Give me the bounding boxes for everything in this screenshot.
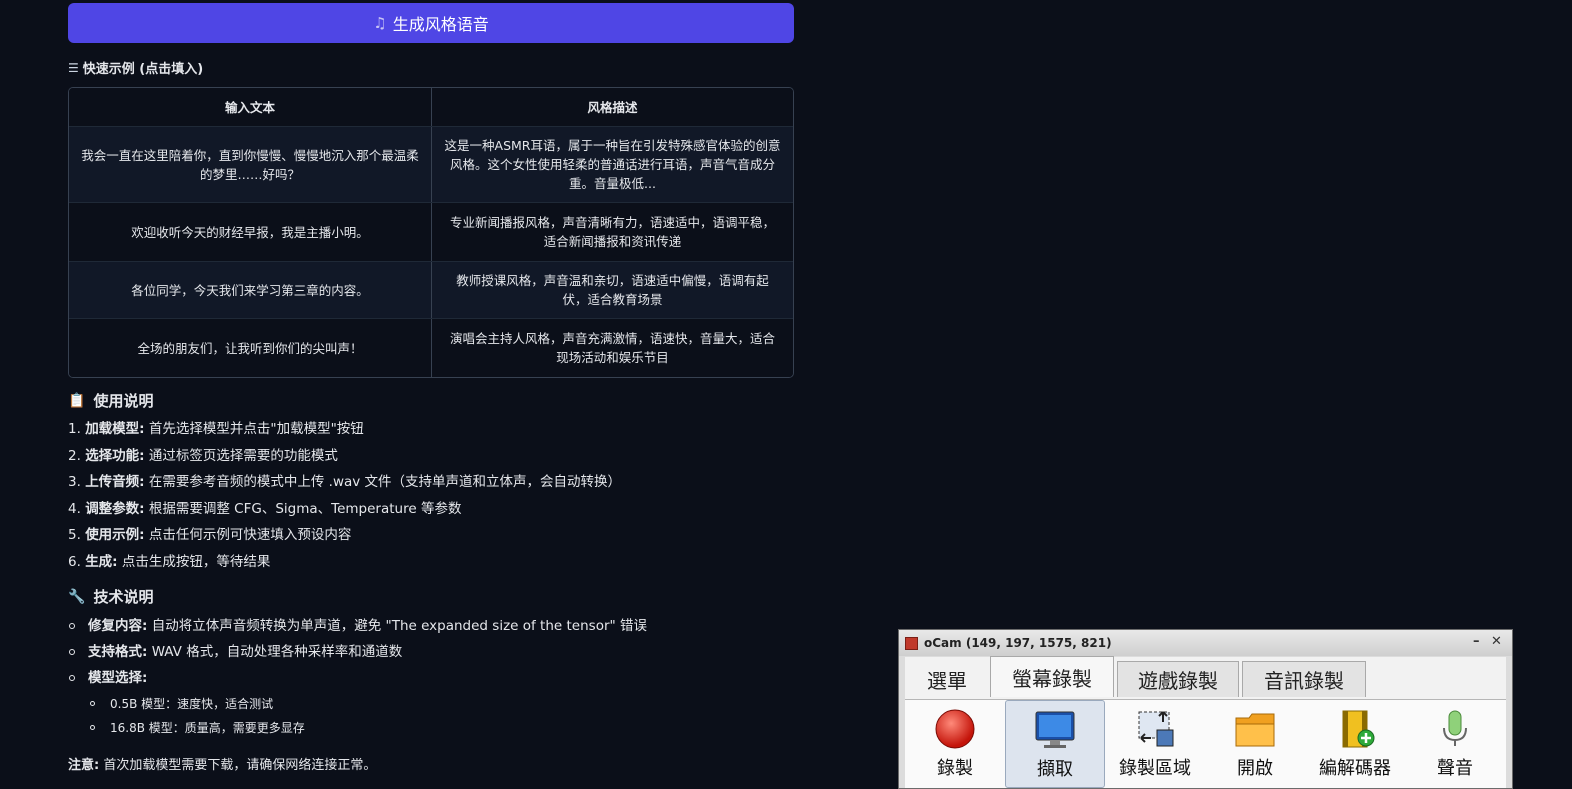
table-header: 输入文本 风格描述 bbox=[69, 88, 793, 126]
ocam-app-icon bbox=[905, 636, 918, 650]
list-item: 6. 生成: 点击生成按钮，等待结果 bbox=[68, 553, 271, 570]
record-icon bbox=[935, 709, 975, 749]
wrench-icon: 🔧 bbox=[68, 588, 86, 605]
monitor-icon bbox=[1035, 711, 1075, 748]
example-style-cell[interactable]: 这是一种ASMR耳语，属于一种旨在引发特殊感官体验的创意风格。这个女性使用轻柔的… bbox=[431, 127, 793, 202]
sound-button[interactable]: 聲音 bbox=[1405, 700, 1505, 788]
list-item: 4. 调整参数: 根据需要调整 CFG、Sigma、Temperature 等参… bbox=[68, 500, 462, 517]
header-input-text: 输入文本 bbox=[224, 99, 275, 115]
tab-audio-record[interactable]: 音訊錄製 bbox=[1242, 661, 1366, 697]
capture-button[interactable]: 擷取 bbox=[1005, 700, 1105, 788]
table-row[interactable]: 我会一直在这里陪着你，直到你慢慢、慢慢地沉入那个最温柔的梦里……好吗？ 这是一种… bbox=[69, 126, 793, 202]
open-label: 開啟 bbox=[1237, 758, 1273, 779]
table-row[interactable]: 各位同学，今天我们来学习第三章的内容。 教师授课风格，声音温和亲切，语速适中偏慢… bbox=[69, 261, 793, 318]
ocam-toolbar: 錄製 擷取 錄製區域 開啟 編解碼器 聲音 bbox=[905, 699, 1506, 788]
list-item: 修复内容: 自动将立体声音频转换为单声道，避免 "The expanded si… bbox=[68, 616, 647, 642]
usage-steps: 1. 加载模型: 首先选择模型并点击"加载模型"按钮 2. 选择功能: 通过标签… bbox=[68, 418, 621, 577]
capture-label: 擷取 bbox=[1037, 759, 1073, 780]
table-row[interactable]: 欢迎收听今天的财经早报，我是主播小明。 专业新闻播报风格，声音清晰有力，语速适中… bbox=[69, 202, 793, 261]
list-icon: ☰ bbox=[68, 60, 79, 75]
list-item: 支持格式: WAV 格式，自动处理各种采样率和通道数 bbox=[68, 642, 647, 668]
example-input-cell[interactable]: 各位同学，今天我们来学习第三章的内容。 bbox=[69, 262, 431, 318]
ocam-titlebar[interactable]: oCam (149, 197, 1575, 821) – ✕ bbox=[899, 630, 1512, 656]
minimize-icon[interactable]: – bbox=[1473, 634, 1480, 649]
folder-icon bbox=[1235, 713, 1275, 747]
example-input-cell[interactable]: 欢迎收听今天的财经早报，我是主播小明。 bbox=[69, 203, 431, 261]
list-item: 2. 选择功能: 通过标签页选择需要的功能模式 bbox=[68, 447, 338, 464]
music-note-icon: ♫ bbox=[373, 14, 387, 32]
tech-title: 技术说明 bbox=[93, 588, 154, 606]
record-button[interactable]: 錄製 bbox=[905, 700, 1005, 788]
example-input-cell[interactable]: 我会一直在这里陪着你，直到你慢慢、慢慢地沉入那个最温柔的梦里……好吗？ bbox=[69, 127, 431, 202]
close-icon[interactable]: ✕ bbox=[1491, 634, 1502, 649]
ocam-tabs: 選單 螢幕錄製 遊戲錄製 音訊錄製 bbox=[905, 656, 1506, 697]
example-input-cell[interactable]: 全场的朋友们，让我听到你们的尖叫声！ bbox=[69, 319, 431, 377]
examples-title: ☰ 快速示例 (点击填入) bbox=[68, 58, 204, 78]
note-line: 注意: 首次加载模型需要下载，请确保网络连接正常。 bbox=[68, 758, 377, 773]
resize-area-icon bbox=[1138, 711, 1174, 747]
microphone-icon bbox=[1443, 710, 1467, 746]
tab-menu[interactable]: 選單 bbox=[907, 661, 987, 697]
tech-list: 修复内容: 自动将立体声音频转换为单声道，避免 "The expanded si… bbox=[68, 616, 647, 742]
record-area-button[interactable]: 錄製區域 bbox=[1105, 700, 1205, 788]
generate-button-label: 生成风格语音 bbox=[392, 15, 489, 34]
table-row[interactable]: 全场的朋友们，让我听到你们的尖叫声！ 演唱会主持人风格，声音充满激情，语速快，音… bbox=[69, 318, 793, 377]
example-style-cell[interactable]: 教师授课风格，声音温和亲切，语速适中偏慢，语调有起伏，适合教育场景 bbox=[431, 262, 793, 318]
list-item: 1. 加载模型: 首先选择模型并点击"加载模型"按钮 bbox=[68, 421, 364, 437]
tab-game-record[interactable]: 遊戲錄製 bbox=[1117, 661, 1239, 697]
record-area-label: 錄製區域 bbox=[1119, 758, 1191, 779]
generate-style-voice-button[interactable]: ♫ 生成风格语音 bbox=[68, 3, 794, 43]
examples-table: 输入文本 风格描述 我会一直在这里陪着你，直到你慢慢、慢慢地沉入那个最温柔的梦里… bbox=[68, 87, 794, 378]
usage-title: 使用说明 bbox=[93, 392, 154, 410]
examples-title-text: 快速示例 (点击填入) bbox=[82, 62, 204, 77]
list-subitem: 16.8B 模型：质量高，需要更多显存 bbox=[68, 718, 647, 742]
ocam-title: oCam (149, 197, 1575, 821) bbox=[924, 636, 1112, 650]
example-style-cell[interactable]: 演唱会主持人风格，声音充满激情，语速快，音量大，适合现场活动和娱乐节目 bbox=[431, 319, 793, 377]
open-button[interactable]: 開啟 bbox=[1205, 700, 1305, 788]
example-style-cell[interactable]: 专业新闻播报风格，声音清晰有力，语速适中，语调平稳，适合新闻播报和资讯传递 bbox=[431, 203, 793, 261]
list-item: 5. 使用示例: 点击任何示例可快速填入预设内容 bbox=[68, 527, 352, 543]
list-item: 3. 上传音频: 在需要参考音频的模式中上传 .wav 文件（支持单声道和立体声… bbox=[68, 474, 622, 490]
list-item: 模型选择: bbox=[68, 668, 647, 694]
sound-label: 聲音 bbox=[1437, 758, 1473, 779]
clipboard-icon: 📋 bbox=[68, 392, 86, 409]
codec-film-icon bbox=[1342, 710, 1375, 748]
record-label: 錄製 bbox=[937, 758, 973, 779]
codec-label: 編解碼器 bbox=[1319, 758, 1391, 779]
header-style-description: 风格描述 bbox=[431, 88, 793, 126]
ocam-window: oCam (149, 197, 1575, 821) – ✕ 選單 螢幕錄製 遊… bbox=[898, 629, 1513, 789]
ocam-body: 選單 螢幕錄製 遊戲錄製 音訊錄製 錄製 擷取 錄製區域 開啟 編解碼器 聲音 bbox=[905, 656, 1506, 788]
list-subitem: 0.5B 模型：速度快，适合测试 bbox=[68, 694, 647, 718]
codec-button[interactable]: 編解碼器 bbox=[1305, 700, 1405, 788]
usage-heading: 📋 使用说明 bbox=[68, 390, 153, 411]
tech-heading: 🔧 技术说明 bbox=[68, 586, 153, 607]
tab-screen-record[interactable]: 螢幕錄製 bbox=[990, 656, 1114, 697]
